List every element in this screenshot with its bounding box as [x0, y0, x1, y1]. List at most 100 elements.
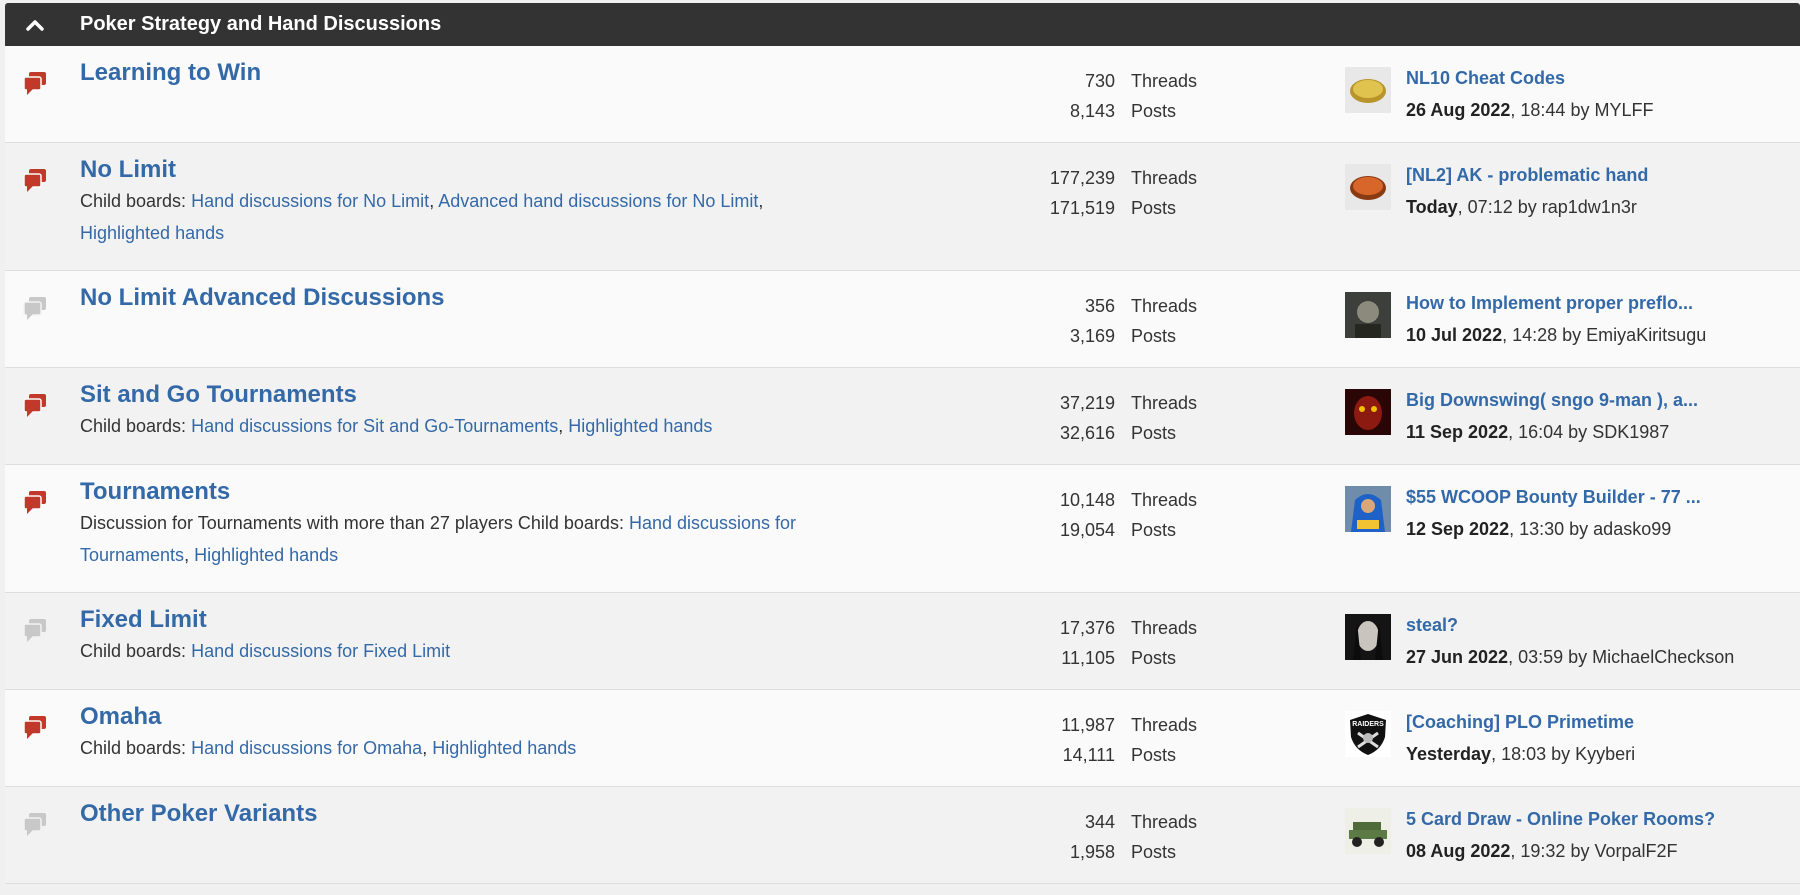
posts-stat: 8,143 Posts	[905, 96, 1215, 126]
avatar[interactable]: RAIDERS	[1345, 711, 1391, 757]
avatar[interactable]	[1345, 486, 1391, 532]
last-post-link[interactable]: 5 Card Draw - Online Poker Rooms?	[1406, 809, 1715, 829]
threads-stat: 356 Threads	[905, 291, 1215, 321]
last-post-date: 12 Sep 2022	[1406, 519, 1510, 539]
child-board-link[interactable]: Advanced hand discussions for No Limit	[438, 191, 758, 211]
board-title-link[interactable]: Fixed Limit	[80, 605, 207, 635]
orange-coin-avatar-image	[1345, 164, 1391, 210]
threads-label: Threads	[1131, 812, 1198, 832]
posts-label: Posts	[1131, 648, 1177, 668]
last-post-user-link[interactable]: rap1dw1n3r	[1542, 197, 1637, 217]
board-stats: 11,987 Threads 14,111 Posts	[905, 710, 1215, 770]
board-row: Tournaments Discussion for Tournaments wi…	[5, 465, 1800, 593]
last-post-link[interactable]: [NL2] AK - problematic hand	[1406, 165, 1648, 185]
avatar[interactable]	[1345, 389, 1391, 435]
last-post-user-link[interactable]: adasko99	[1593, 519, 1671, 539]
board-title-link[interactable]: Sit and Go Tournaments	[80, 380, 357, 410]
last-post-user-link[interactable]: MichaelCheckson	[1592, 647, 1734, 667]
threads-label: Threads	[1131, 168, 1198, 188]
child-board-link[interactable]: Highlighted hands	[568, 416, 712, 436]
posts-label: Posts	[1131, 101, 1177, 121]
board-list: Learning to Win 730 Threads 8,143 Posts NL10 …	[5, 46, 1800, 884]
last-post-text: How to Implement proper preflo... 10 Jul …	[1406, 287, 1706, 351]
avatar[interactable]	[1345, 614, 1391, 660]
raiders-logo-avatar-image: RAIDERS	[1345, 711, 1391, 757]
avatar[interactable]	[1345, 808, 1391, 854]
child-board-link[interactable]: Hand discussions for No Limit	[191, 191, 429, 211]
collapse-button[interactable]	[5, 3, 65, 46]
board-row: Fixed Limit Child boards: Hand discussion…	[5, 593, 1800, 690]
threads-count: 37,219	[1059, 393, 1115, 413]
avatar[interactable]	[1345, 164, 1391, 210]
chat-bubbles-icon	[23, 813, 46, 836]
posts-count: 19,054	[1059, 520, 1115, 540]
child-board-link[interactable]: Hand discussions for Sit and Go-Tourname…	[191, 416, 558, 436]
board-stats: 356 Threads 3,169 Posts	[905, 291, 1215, 351]
board-title-link[interactable]: Other Poker Variants	[80, 799, 317, 829]
threads-label: Threads	[1131, 618, 1198, 638]
anime-avatar-image	[1345, 292, 1391, 338]
threads-stat: 177,239 Threads	[905, 163, 1215, 193]
threads-label: Threads	[1131, 296, 1198, 316]
last-post-date: 10 Jul 2022	[1406, 325, 1503, 345]
by-label: by	[1562, 325, 1582, 345]
board-stats: 730 Threads 8,143 Posts	[905, 66, 1215, 126]
board-description: Child boards: Hand discussions for No Li…	[80, 191, 764, 243]
avatar[interactable]	[1345, 292, 1391, 338]
child-board-link[interactable]: Hand discussions for Fixed Limit	[191, 641, 450, 661]
threads-label: Threads	[1131, 71, 1198, 91]
last-post-link[interactable]: $55 WCOOP Bounty Builder - 77 ...	[1406, 487, 1701, 507]
last-post-user-link[interactable]: Kyyberi	[1575, 744, 1635, 764]
last-post-user-link[interactable]: MYLFF	[1594, 100, 1653, 120]
board-row: Learning to Win 730 Threads 8,143 Posts NL10 …	[5, 46, 1800, 143]
posts-label: Posts	[1131, 198, 1177, 218]
posts-label: Posts	[1131, 423, 1177, 443]
gold-coin-avatar-image	[1345, 67, 1391, 113]
last-post-time: , 07:12	[1457, 197, 1513, 217]
last-post-meta: 10 Jul 2022, 14:28 by EmiyaKiritsugu	[1406, 319, 1706, 351]
last-post-user-link[interactable]: SDK1987	[1592, 422, 1669, 442]
board-description: Child boards: Hand discussions for Sit a…	[80, 416, 713, 436]
last-post-user-link[interactable]: VorpalF2F	[1594, 841, 1677, 861]
child-boards-label: Child boards:	[80, 738, 187, 758]
avatar[interactable]	[1345, 67, 1391, 113]
posts-count: 32,616	[1059, 423, 1115, 443]
last-post-link[interactable]: NL10 Cheat Codes	[1406, 68, 1565, 88]
child-boards-label: Child boards:	[80, 641, 187, 661]
board-info: No Limit Advanced Discussions	[80, 283, 850, 313]
last-post-link[interactable]: Big Downswing( sngo 9-man ), a...	[1406, 390, 1698, 410]
child-boards-label: Child boards:	[517, 513, 624, 533]
last-post-link[interactable]: [Coaching] PLO Primetime	[1406, 712, 1634, 732]
last-post-date: 08 Aug 2022	[1406, 841, 1511, 861]
threads-stat: 11,987 Threads	[905, 710, 1215, 740]
posts-stat: 3,169 Posts	[905, 321, 1215, 351]
by-label: by	[1568, 422, 1588, 442]
chat-bubbles-icon	[23, 72, 46, 95]
posts-count: 171,519	[1049, 198, 1115, 218]
board-title-link[interactable]: Omaha	[80, 702, 161, 732]
last-post-text: steal? 27 Jun 2022, 03:59 by MichaelCheck…	[1406, 609, 1734, 673]
chevron-up-icon	[26, 19, 44, 31]
child-board-link[interactable]: Highlighted hands	[80, 223, 224, 243]
last-post-link[interactable]: How to Implement proper preflo...	[1406, 293, 1693, 313]
child-board-link[interactable]: Hand discussions for Omaha	[191, 738, 422, 758]
last-post-user-link[interactable]: EmiyaKiritsugu	[1586, 325, 1706, 345]
board-title-link[interactable]: Tournaments	[80, 477, 230, 507]
posts-label: Posts	[1131, 842, 1177, 862]
board-index: Poker Strategy and Hand Discussions Lear…	[5, 3, 1800, 884]
board-info: No Limit Child boards: Hand discussions f…	[80, 155, 850, 249]
board-title-link[interactable]: No Limit Advanced Discussions	[80, 283, 445, 313]
board-title-link[interactable]: No Limit	[80, 155, 176, 185]
red-mask-avatar-image	[1345, 389, 1391, 435]
board-title-link[interactable]: Learning to Win	[80, 58, 261, 88]
last-post-link[interactable]: steal?	[1406, 615, 1458, 635]
posts-label: Posts	[1131, 326, 1177, 346]
child-board-link[interactable]: Highlighted hands	[432, 738, 576, 758]
board-row: Other Poker Variants 344 Threads 1,958 Posts…	[5, 787, 1800, 884]
child-board-link[interactable]: Highlighted hands	[194, 545, 338, 565]
board-info: Sit and Go Tournaments Child boards: Hand…	[80, 380, 850, 442]
threads-count: 344	[1084, 812, 1115, 832]
posts-stat: 1,958 Posts	[905, 837, 1215, 867]
posts-count: 8,143	[1069, 101, 1115, 121]
threads-stat: 17,376 Threads	[905, 613, 1215, 643]
